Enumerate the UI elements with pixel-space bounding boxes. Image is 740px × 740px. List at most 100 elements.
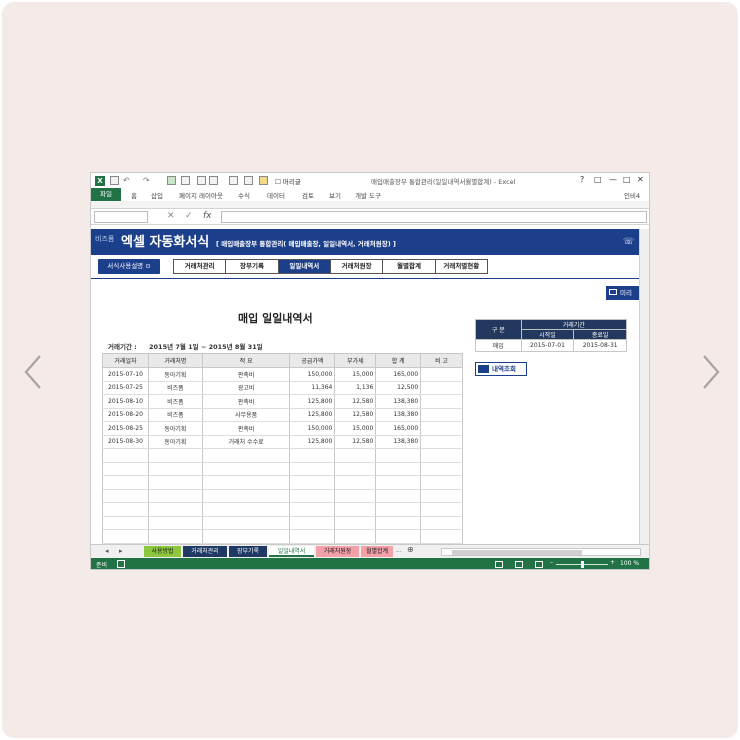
function-icon[interactable]: fx [203,211,212,221]
scroll-thumb[interactable] [452,550,582,555]
table-cell[interactable] [201,462,291,476]
table-row[interactable]: 2015-07-25 비즈폼 광고비 11,364 1,136 12,500 [102,381,463,395]
header-checkbox[interactable]: ☐ 머리글 [275,176,301,186]
macro-icon[interactable] [117,560,125,568]
table-cell[interactable]: 150,000 [289,367,336,382]
table-cell[interactable] [420,462,463,476]
table-cell[interactable] [375,489,422,503]
table-cell[interactable] [420,502,463,517]
formula-input[interactable] [221,211,647,223]
zoom-level[interactable]: 100 % [620,560,639,567]
table-cell[interactable]: 165,000 [375,421,422,436]
table-row[interactable]: 2015-08-20 비즈폼 사무용품 125,800 12,580 138,380 [102,408,463,422]
table-cell[interactable]: 2015-08-30 [102,435,149,449]
tab-formulas[interactable]: 수식 [238,190,250,200]
table-row[interactable]: 2015-08-25 동아기획 판촉비 150,000 15,000 165,000 [102,421,463,436]
table-cell[interactable] [289,448,336,463]
table-cell[interactable] [289,489,336,503]
table-cell[interactable] [147,448,203,463]
zoom-slider-handle[interactable] [581,561,584,568]
ribbon-display-icon[interactable]: □ [594,175,602,184]
menu-item-daily-statement[interactable]: 일일내역서 [278,260,331,273]
table-cell[interactable] [375,462,422,476]
previous-arrow-icon[interactable] [22,354,44,390]
tab-page-layout[interactable]: 페이지 레이아웃 [179,190,223,200]
table-cell[interactable]: 165,000 [375,367,422,382]
table-cell[interactable] [420,448,463,463]
tab-file[interactable]: 파일 [91,188,121,201]
table-cell[interactable]: 판촉비 [201,394,291,409]
minimize-icon[interactable]: — [609,175,617,184]
empty-table-row[interactable] [102,475,463,490]
close-icon[interactable]: ✕ [637,175,644,184]
page-break-view-icon[interactable] [535,561,543,568]
type-cell[interactable]: 매입 [475,339,522,352]
table-cell[interactable]: 15,000 [334,367,377,382]
cancel-icon[interactable]: ✕ [167,211,175,221]
table-cell[interactable] [102,516,149,530]
table-cell[interactable] [334,475,377,490]
quick-access-icon[interactable] [181,176,190,185]
table-cell[interactable]: 138,380 [375,394,422,409]
table-cell[interactable] [334,502,377,517]
table-cell[interactable] [334,516,377,530]
quick-access-icon[interactable] [259,176,268,185]
tab-data[interactable]: 데이터 [267,190,285,200]
table-cell[interactable] [289,529,336,544]
table-cell[interactable]: 2015-07-25 [102,381,149,395]
table-cell[interactable] [420,475,463,490]
table-row[interactable]: 2015-08-10 비즈폼 판촉비 125,800 12,580 138,380 [102,394,463,409]
print-preview-icon[interactable] [229,176,238,185]
table-cell[interactable]: 거래처 수수료 [201,435,291,449]
tab-home[interactable]: 홈 [131,190,137,200]
table-cell[interactable] [334,489,377,503]
usage-guide-button[interactable]: 서식사용설명 ⊙ [98,259,160,274]
table-cell[interactable]: 12,580 [334,408,377,422]
table-cell[interactable] [420,381,463,395]
tab-insert[interactable]: 삽입 [151,190,163,200]
quick-access-icon[interactable] [209,176,218,185]
table-cell[interactable]: 12,580 [334,394,377,409]
table-cell[interactable] [375,448,422,463]
table-cell[interactable] [201,516,291,530]
table-cell[interactable]: 비즈폼 [147,394,203,409]
table-cell[interactable] [375,529,422,544]
table-cell[interactable] [420,529,463,544]
worksheet[interactable]: 비즈폼 엑셀 자동화서식 [ 매입매출장부 통합관리( 매입매출장, 일일내역서… [91,229,639,544]
table-cell[interactable] [147,529,203,544]
table-cell[interactable] [420,516,463,530]
table-cell[interactable] [289,462,336,476]
table-cell[interactable] [201,448,291,463]
table-cell[interactable] [334,462,377,476]
start-date-cell[interactable]: 2015-07-01 [520,339,575,352]
table-cell[interactable]: 125,800 [289,435,336,449]
table-cell[interactable]: 동아기획 [147,435,203,449]
table-cell[interactable]: 사무용품 [201,408,291,422]
table-cell[interactable] [102,489,149,503]
sheet-tab[interactable]: 거래처관리 [183,546,227,557]
sheet-tab[interactable]: 장부기록 [229,546,267,557]
vertical-scrollbar[interactable] [639,229,649,544]
tab-view[interactable]: 보기 [329,190,341,200]
table-cell[interactable] [147,462,203,476]
table-cell[interactable] [420,435,463,449]
table-row[interactable]: 2015-08-30 동아기획 거래처 수수료 125,800 12,580 138,38… [102,435,463,449]
menu-item-client-status[interactable]: 거래처별현황 [436,260,487,273]
tab-review[interactable]: 검토 [302,190,314,200]
next-arrow-icon[interactable] [700,354,722,390]
empty-table-row[interactable] [102,489,463,503]
name-box[interactable] [94,211,148,223]
table-cell[interactable] [420,421,463,436]
table-cell[interactable] [147,475,203,490]
menu-item-ledger-entry[interactable]: 장부기록 [226,260,279,273]
table-cell[interactable]: 1,136 [334,381,377,395]
save-icon[interactable] [110,176,119,185]
preview-button[interactable]: 미리 [606,286,639,300]
menu-item-monthly-total[interactable]: 월별합계 [383,260,436,273]
table-cell[interactable] [147,489,203,503]
confirm-icon[interactable]: ✓ [185,211,193,221]
horizontal-scrollbar[interactable] [441,548,641,556]
zoom-in-icon[interactable]: + [610,559,615,566]
table-cell[interactable] [375,516,422,530]
table-cell[interactable]: 15,000 [334,421,377,436]
